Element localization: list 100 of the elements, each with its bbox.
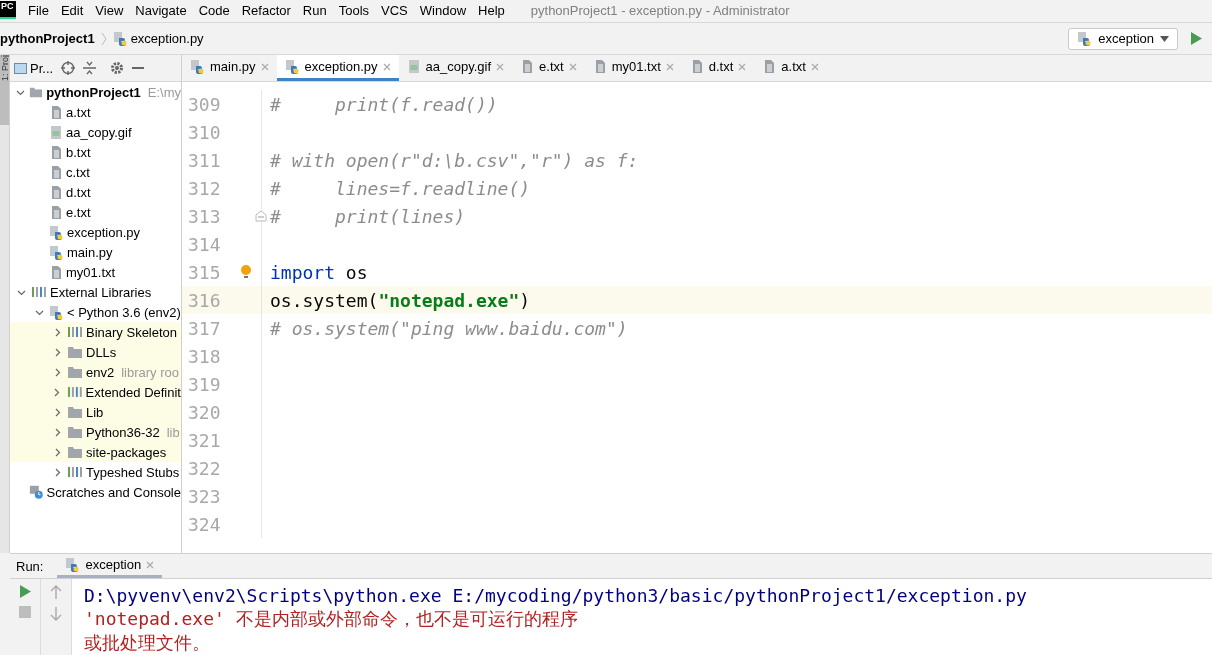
tree-item[interactable]: < Python 3.6 (env2) bbox=[67, 304, 181, 320]
editor-tab[interactable]: my01.txt bbox=[584, 55, 682, 81]
image-file-icon bbox=[406, 59, 421, 74]
menu-item[interactable]: File bbox=[28, 2, 49, 18]
line-number: 309 bbox=[188, 93, 221, 115]
python-file-icon bbox=[1077, 31, 1093, 46]
project-view-dropdown[interactable]: Pr... bbox=[14, 60, 54, 76]
line-number: 318 bbox=[188, 345, 221, 367]
rerun-icon[interactable] bbox=[19, 585, 31, 598]
tree-item[interactable]: exception.py bbox=[67, 224, 140, 240]
library-icon bbox=[31, 285, 47, 299]
text-file-icon bbox=[49, 164, 63, 180]
tree-item[interactable]: External Libraries bbox=[50, 284, 152, 300]
window-title: pythonProject1 - exception.py - Administrator bbox=[530, 2, 790, 18]
breadcrumb[interactable]: exception.py bbox=[130, 31, 204, 46]
code-line: # with open(r"d:\b.csv","r") as f: bbox=[270, 149, 639, 171]
text-file-icon bbox=[49, 264, 63, 280]
python-file-icon bbox=[112, 31, 128, 46]
line-number: 323 bbox=[188, 485, 221, 507]
dropdown-arrow-icon bbox=[1160, 35, 1169, 42]
line-number: 310 bbox=[188, 121, 221, 143]
code-line: # lines=f.readline() bbox=[270, 177, 531, 199]
code-line: # print(lines) bbox=[270, 205, 466, 227]
tree-item[interactable]: a.txt bbox=[66, 104, 91, 120]
settings-icon[interactable] bbox=[110, 61, 125, 75]
line-number: 320 bbox=[188, 401, 221, 423]
tree-item[interactable]: c.txt bbox=[66, 164, 90, 180]
tree-item[interactable]: Typeshed Stubs bbox=[86, 464, 180, 480]
minimize-icon[interactable] bbox=[132, 66, 145, 70]
editor-tab[interactable]: exception.py bbox=[276, 55, 399, 81]
editor-tab[interactable]: d.txt bbox=[681, 55, 755, 81]
collapse-icon[interactable] bbox=[83, 61, 97, 75]
tree-item[interactable]: Lib bbox=[86, 404, 104, 420]
folder-icon bbox=[67, 405, 83, 419]
menu-item[interactable]: Refactor bbox=[241, 2, 291, 18]
tree-item[interactable]: Scratches and Console bbox=[46, 484, 181, 500]
menu-item[interactable]: Help bbox=[478, 2, 505, 18]
line-number: 315 bbox=[188, 261, 221, 283]
python-file-icon bbox=[190, 59, 205, 74]
tree-item[interactable]: b.txt bbox=[66, 144, 91, 160]
python-file-icon bbox=[284, 59, 300, 74]
run-configuration-dropdown[interactable]: exception bbox=[1068, 27, 1178, 50]
editor-tab[interactable]: aa_copy.gif bbox=[398, 55, 513, 81]
panel-label: Run: bbox=[16, 558, 44, 574]
editor-tab[interactable]: a.txt bbox=[754, 55, 827, 81]
python-file-icon bbox=[49, 244, 64, 260]
fold-marker-icon[interactable] bbox=[255, 210, 267, 222]
line-number: 321 bbox=[188, 429, 221, 451]
console-output: 或批处理文件。 bbox=[84, 631, 211, 655]
text-file-icon bbox=[49, 204, 63, 220]
text-file-icon bbox=[49, 144, 63, 160]
line-number: 319 bbox=[188, 373, 221, 395]
console-output: D:\pyvenv\env2\Scripts\python.exe E:/mycoding/python3/basic/pythonProject1/exception.py bbox=[84, 583, 1027, 607]
text-file-icon bbox=[49, 104, 63, 120]
path-hint: lib bbox=[166, 424, 180, 440]
line-number: 311 bbox=[188, 149, 221, 171]
line-number: 313 bbox=[188, 205, 221, 227]
tree-item[interactable]: env2 bbox=[86, 364, 115, 380]
window-icon bbox=[14, 62, 27, 74]
library-icon bbox=[67, 465, 83, 479]
menu-item[interactable]: Run bbox=[302, 2, 327, 18]
text-file-icon bbox=[520, 59, 535, 74]
code-line: os.system("notepad.exe") bbox=[270, 289, 531, 311]
breadcrumb[interactable]: pythonProject1 bbox=[0, 31, 95, 46]
tree-item[interactable]: d.txt bbox=[66, 184, 91, 200]
folder-icon bbox=[67, 345, 83, 359]
menu-item[interactable]: View bbox=[95, 2, 124, 18]
tree-item[interactable]: main.py bbox=[67, 244, 113, 260]
path-hint: library roo bbox=[121, 364, 179, 380]
library-icon bbox=[67, 325, 83, 339]
tree-item[interactable]: my01.txt bbox=[66, 264, 116, 280]
editor-tab[interactable]: main.py bbox=[182, 55, 277, 81]
menu-item[interactable]: Edit bbox=[60, 2, 84, 18]
tree-item[interactable]: DLLs bbox=[86, 344, 117, 360]
menu-item[interactable]: Window bbox=[419, 2, 467, 18]
path-hint: E:\my bbox=[147, 84, 181, 100]
menu-item[interactable]: Code bbox=[198, 2, 230, 18]
bulb-icon[interactable] bbox=[240, 265, 252, 279]
tree-item[interactable]: Python36-32 bbox=[86, 424, 160, 440]
python-file-icon bbox=[49, 304, 64, 320]
tree-item[interactable]: pythonProject1 bbox=[46, 84, 141, 100]
app-logo: PC bbox=[0, 1, 16, 19]
editor-tab[interactable]: e.txt bbox=[512, 55, 585, 81]
line-number: 316 bbox=[188, 289, 221, 311]
tree-item[interactable]: aa_copy.gif bbox=[66, 124, 132, 140]
line-number: 314 bbox=[188, 233, 221, 255]
code-line: # print(f.read()) bbox=[270, 93, 498, 115]
menu-item[interactable]: Navigate bbox=[135, 2, 187, 18]
run-icon[interactable] bbox=[1190, 32, 1202, 45]
menu-item[interactable]: Tools bbox=[338, 2, 370, 18]
text-file-icon bbox=[762, 59, 777, 74]
code-line: import os bbox=[270, 261, 368, 283]
folder-icon bbox=[67, 365, 83, 379]
code-line: # os.system("ping www.baidu.com") bbox=[270, 317, 628, 339]
locate-icon[interactable] bbox=[61, 61, 76, 75]
line-number: 317 bbox=[188, 317, 221, 339]
chevron-right-icon bbox=[100, 31, 107, 46]
library-icon bbox=[66, 385, 83, 399]
tree-item[interactable]: e.txt bbox=[66, 204, 91, 220]
menu-item[interactable]: VCS bbox=[381, 2, 408, 18]
